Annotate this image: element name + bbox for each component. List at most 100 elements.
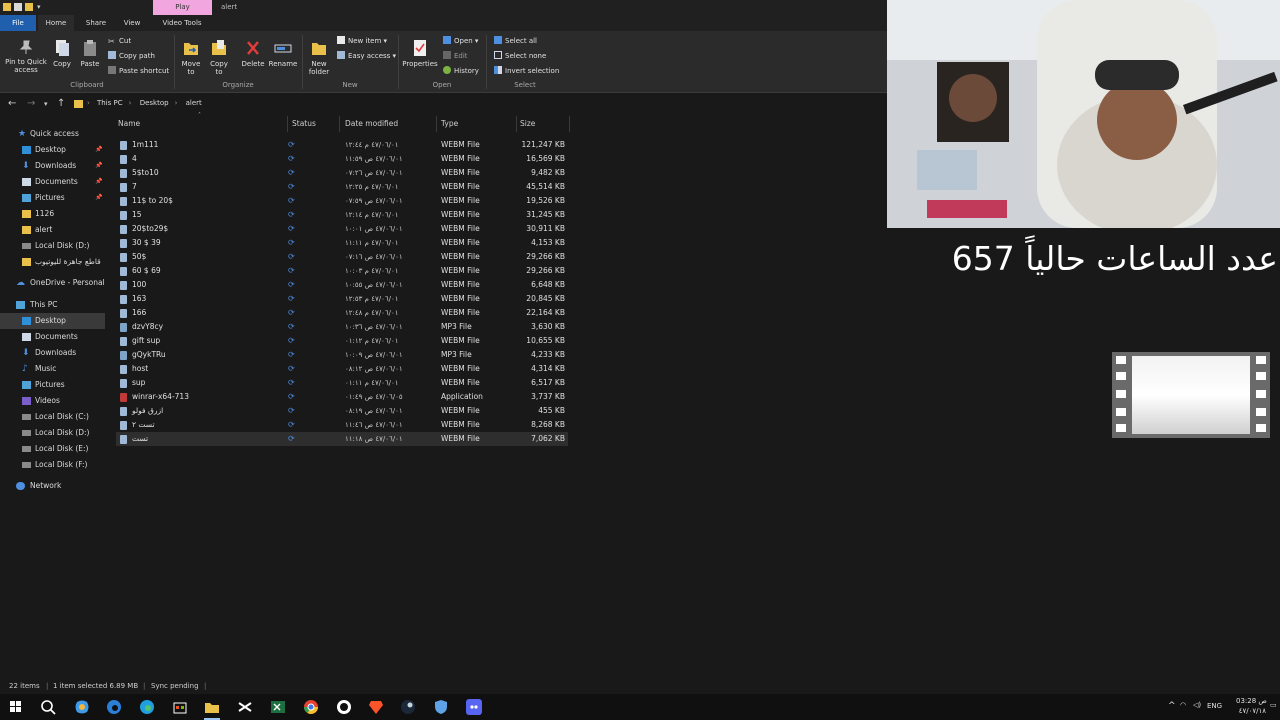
nav-quick-local-disk-d[interactable]: Local Disk (D:) xyxy=(0,238,105,254)
table-row[interactable]: 5$to10 ⟳ ٤٧/٠٦/٠١ ص ٠٧:٢٦ WEBM File 9,482 KB xyxy=(116,166,568,180)
nav-quick-desktop[interactable]: Desktop 📌 xyxy=(0,142,105,158)
table-row[interactable]: 100 ⟳ ٤٧/٠٦/٠١ ص ١٠:٥٥ WEBM File 6,648 KB xyxy=(116,278,568,292)
move-to-button[interactable]: Move to xyxy=(178,35,204,76)
tab-video-tools[interactable]: Video Tools xyxy=(150,15,214,31)
discord-icon[interactable] xyxy=(466,699,482,715)
edge-dev-icon[interactable] xyxy=(106,699,122,715)
wifi-icon[interactable]: ◠ xyxy=(1180,701,1186,709)
new-folder-button[interactable]: New folder xyxy=(306,35,332,76)
clock-time[interactable]: 03:28 ص xyxy=(1236,697,1267,705)
table-row[interactable]: تست ٢ ⟳ ٤٧/٠٦/٠١ ص ١١:٤٦ WEBM File 8,268 KB xyxy=(116,418,568,432)
edit-button[interactable]: Edit xyxy=(443,51,468,61)
pin-icon[interactable]: 📌 xyxy=(95,142,102,158)
nav-this-pc[interactable]: This PC xyxy=(0,297,105,313)
shield-icon[interactable] xyxy=(433,699,449,715)
nav-pc-local-disk-e[interactable]: Local Disk (E:) xyxy=(0,441,105,457)
paste-shortcut-button[interactable]: Paste shortcut xyxy=(108,66,169,76)
table-row[interactable]: 15 ⟳ ٤٧/٠٦/٠١ م ١٢:١٤ WEBM File 31,245 KB xyxy=(116,208,568,222)
rename-button[interactable]: Rename xyxy=(268,35,298,68)
pin-quick-access-button[interactable]: Pin to Quick access xyxy=(3,35,49,74)
nav-pc-videos[interactable]: Videos xyxy=(0,393,105,409)
column-type[interactable]: Type xyxy=(441,116,517,132)
new-folder-icon[interactable] xyxy=(25,3,33,11)
table-row[interactable]: 1m111 ⟳ ٤٧/٠٦/٠١ م ١٢:٤٤ WEBM File 121,247 K… xyxy=(116,138,568,152)
chrome-icon[interactable] xyxy=(303,699,319,715)
table-row[interactable]: 4 ⟳ ٤٧/٠٦/٠١ ص ١١:٥٩ WEBM File 16,569 KB xyxy=(116,152,568,166)
table-row[interactable]: 11$ to 20$ ⟳ ٤٧/٠٦/٠١ ص ٠٧:٥٩ WEBM File 19,5… xyxy=(116,194,568,208)
github-icon[interactable] xyxy=(336,699,352,715)
recent-locations-chevron-icon[interactable]: ▾ xyxy=(44,98,48,110)
table-row[interactable]: 20$to29$ ⟳ ٤٧/٠٦/٠١ ص ١٠:٠١ WEBM File 30,911… xyxy=(116,222,568,236)
nav-pc-desktop[interactable]: Desktop xyxy=(0,313,105,329)
nav-pc-music[interactable]: ♪ Music xyxy=(0,361,105,377)
table-row[interactable]: 166 ⟳ ٤٧/٠٦/٠١ م ١٢:٤٨ WEBM File 22,164 KB xyxy=(116,306,568,320)
forward-arrow-icon[interactable]: → xyxy=(27,98,35,110)
copy-button[interactable]: Copy xyxy=(50,35,74,68)
select-all-button[interactable]: Select all xyxy=(494,36,537,46)
chevron-down-icon[interactable]: ▾ xyxy=(37,3,43,11)
nav-onedrive[interactable]: ☁ OneDrive - Personal xyxy=(0,275,105,291)
contextual-tab-play[interactable]: Play xyxy=(153,0,212,15)
nav-quick-documents[interactable]: Documents 📌 xyxy=(0,174,105,190)
tab-home[interactable]: Home xyxy=(38,15,74,31)
nav-pc-pictures[interactable]: Pictures xyxy=(0,377,105,393)
back-arrow-icon[interactable]: ← xyxy=(8,98,16,110)
copy-path-button[interactable]: Copy path xyxy=(108,51,155,61)
store-icon[interactable] xyxy=(172,699,188,715)
table-row[interactable]: sup ⟳ ٤٧/٠٦/٠١ م ٠١:١١ WEBM File 6,517 KB xyxy=(116,376,568,390)
table-row[interactable]: 30 $ 39 ⟳ ٤٧/٠٦/٠١ م ١١:١١ WEBM File 4,153 K… xyxy=(116,236,568,250)
table-row[interactable]: ازرق فولو ⟳ ٤٧/٠٦/٠١ ص ٠٨:١٩ WEBM File 455 K… xyxy=(116,404,568,418)
file-explorer-icon[interactable] xyxy=(204,699,220,715)
properties-icon[interactable] xyxy=(14,3,22,11)
properties-button[interactable]: Properties xyxy=(402,35,438,68)
open-button[interactable]: Open ▾ xyxy=(443,36,478,46)
chevron-up-icon[interactable]: ^ xyxy=(1168,701,1176,711)
pin-icon[interactable]: 📌 xyxy=(95,158,102,174)
nav-quick-access[interactable]: ★ Quick access xyxy=(0,126,105,142)
nav-quick-youtube-clips[interactable]: قاطع جاهزة لليوتيوب xyxy=(0,254,105,270)
table-row[interactable]: winrar-x64-713 ⟳ ٤٧/٠٦/٠٥ ص ٠١:٤٩ Applicati… xyxy=(116,390,568,404)
table-row[interactable]: gift sup ⟳ ٤٧/٠٦/٠١ م ٠١:١٢ WEBM File 10,655… xyxy=(116,334,568,348)
language-indicator[interactable]: ENG xyxy=(1207,702,1222,710)
table-row[interactable]: host ⟳ ٤٧/٠٦/٠١ ص ٠٨:١٢ WEBM File 4,314 KB xyxy=(116,362,568,376)
table-row[interactable]: 50$ ⟳ ٤٧/٠٦/٠١ ص ٠٧:١٦ WEBM File 29,266 KB xyxy=(116,250,568,264)
table-row[interactable]: تست ⟳ ٤٧/٠٦/٠١ ص ١١:١٨ WEBM File 7,062 KB xyxy=(116,432,568,446)
history-button[interactable]: History xyxy=(443,66,479,76)
column-status[interactable]: Status xyxy=(292,116,340,132)
nav-pc-downloads[interactable]: ⬇ Downloads xyxy=(0,345,105,361)
nav-pc-local-disk-f[interactable]: Local Disk (F:) xyxy=(0,457,105,473)
delete-button[interactable]: Delete xyxy=(240,35,266,68)
table-row[interactable]: 60 $ 69 ⟳ ٤٧/٠٦/٠١ م ١٠:٠٣ WEBM File 29,266 … xyxy=(116,264,568,278)
easy-access-button[interactable]: Easy access ▾ xyxy=(337,51,396,61)
column-date-modified[interactable]: Date modified xyxy=(345,116,437,132)
steam-icon[interactable] xyxy=(400,699,416,715)
new-item-button[interactable]: New item ▾ xyxy=(337,36,387,46)
notification-icon[interactable]: ▭ xyxy=(1270,701,1277,709)
table-row[interactable]: 163 ⟳ ٤٧/٠٦/٠١ م ١٢:٥٣ WEBM File 20,845 KB xyxy=(116,292,568,306)
table-row[interactable]: 7 ⟳ ٤٧/٠٦/٠١ م ١٢:٢٥ WEBM File 45,514 KB xyxy=(116,180,568,194)
table-row[interactable]: gQykTRu ⟳ ٤٧/٠٦/٠١ ص ١٠:٠٩ MP3 File 4,233 KB xyxy=(116,348,568,362)
nav-pc-local-disk-c[interactable]: Local Disk (C:) xyxy=(0,409,105,425)
breadcrumb-desktop[interactable]: Desktop xyxy=(140,99,169,107)
up-arrow-icon[interactable]: ↑ xyxy=(57,98,65,110)
pin-icon[interactable]: 📌 xyxy=(95,174,102,190)
nav-quick-downloads[interactable]: ⬇ Downloads 📌 xyxy=(0,158,105,174)
excel-icon[interactable] xyxy=(270,699,286,715)
breadcrumb-alert[interactable]: alert xyxy=(186,99,202,107)
pin-icon[interactable]: 📌 xyxy=(95,190,102,206)
cut-button[interactable]: ✂ Cut xyxy=(108,36,131,46)
capcut-icon[interactable] xyxy=(237,699,253,715)
invert-selection-button[interactable]: Invert selection xyxy=(494,66,559,76)
edge-icon[interactable] xyxy=(139,699,155,715)
column-name[interactable]: Name xyxy=(118,116,288,132)
column-size[interactable]: Size xyxy=(520,116,570,132)
table-row[interactable]: dzvY8cy ⟳ ٤٧/٠٦/٠١ ص ١٠:٣٦ MP3 File 3,630 KB xyxy=(116,320,568,334)
paste-button[interactable]: Paste xyxy=(78,35,102,68)
select-none-button[interactable]: Select none xyxy=(494,51,546,61)
windows-start-icon[interactable] xyxy=(8,699,24,715)
brave-icon[interactable] xyxy=(368,699,384,715)
nav-quick-1126[interactable]: 1126 xyxy=(0,206,105,222)
breadcrumb-this-pc[interactable]: This PC xyxy=(97,99,123,107)
search-icon[interactable] xyxy=(40,699,56,715)
clock-date[interactable]: ٤٧/٠٧/١٨ xyxy=(1236,707,1266,715)
